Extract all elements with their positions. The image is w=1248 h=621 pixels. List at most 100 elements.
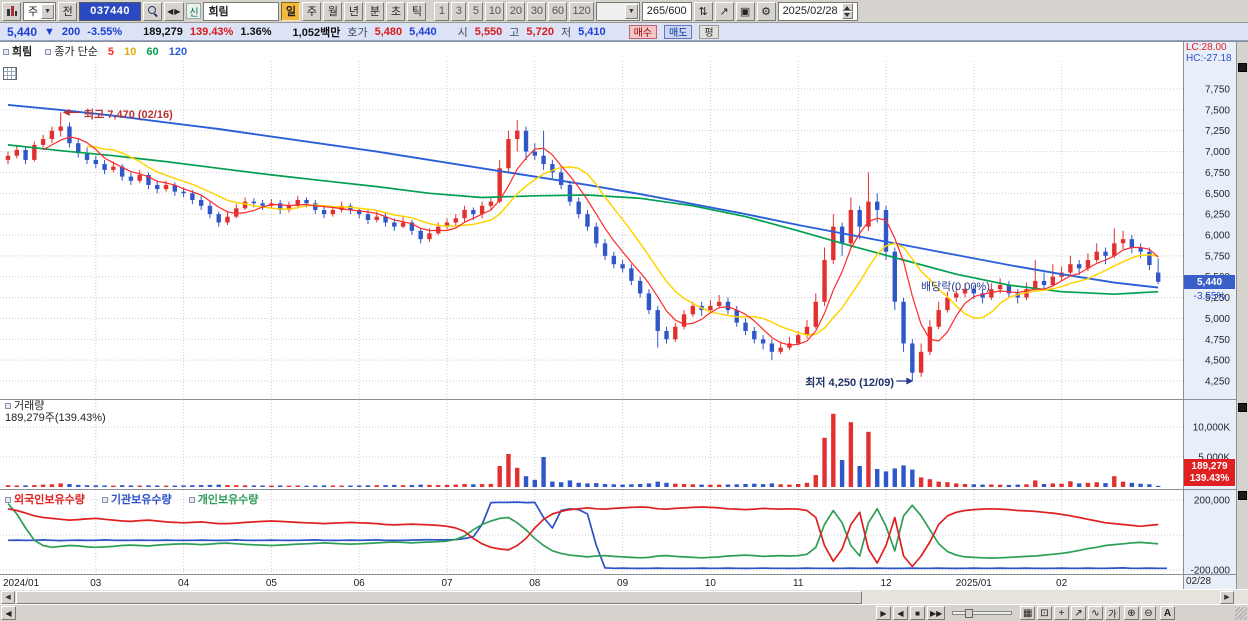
legend-bullet-icon	[5, 497, 11, 503]
replay-forward-button[interactable]: ▶▶	[927, 606, 946, 620]
jeon-button[interactable]: 전	[58, 1, 78, 21]
spinner-down-icon[interactable]	[841, 11, 853, 19]
pan-left-button[interactable]: ◀	[1, 606, 16, 620]
svg-text:03: 03	[90, 578, 102, 589]
minute-3-button[interactable]: 3	[451, 1, 467, 21]
zoom-out-button[interactable]: ⊖	[1141, 606, 1156, 620]
chart-area: 7,750 7,500 7,250 7,000 6,750 6,500 6,250 6,000…	[0, 41, 1248, 589]
svg-text:04: 04	[178, 578, 190, 589]
sell-button[interactable]: 매도	[664, 24, 693, 39]
scrollbar-thumb[interactable]	[16, 591, 862, 604]
stock-name-field[interactable]: 희림	[203, 1, 280, 21]
svg-text:07: 07	[441, 578, 453, 589]
ownership-pane-expand-button[interactable]	[1238, 491, 1247, 500]
high-price: 5,720	[526, 25, 554, 38]
volume-pane-expand-button[interactable]	[1238, 403, 1247, 412]
svg-text:06: 06	[354, 578, 366, 589]
period-second-button[interactable]: 초	[386, 1, 406, 21]
individual-legend: 개인보유수량	[197, 494, 259, 506]
stock-code-input[interactable]: 037440	[79, 1, 142, 21]
ask-price: 5,480	[374, 25, 403, 38]
replay-stop-button[interactable]: ■	[910, 606, 925, 620]
grid-tool-button[interactable]: ▦	[1020, 606, 1036, 620]
svg-text:4,250: 4,250	[1205, 377, 1230, 388]
replay-play-button[interactable]: ▶	[876, 606, 891, 620]
minute-select[interactable]: ▼	[595, 1, 640, 21]
foreign-legend: 외국인보유수량	[14, 494, 85, 506]
period-day-button[interactable]: 일	[281, 1, 301, 21]
svg-text:4,500: 4,500	[1205, 356, 1230, 367]
svg-text:02: 02	[1056, 578, 1068, 589]
period-minute-button[interactable]: 분	[365, 1, 385, 21]
save-button[interactable]: ▣	[735, 1, 755, 21]
minute-120-button[interactable]: 120	[569, 1, 594, 21]
scroll-left-button[interactable]: ◀	[1, 591, 15, 604]
svg-text:09: 09	[617, 578, 629, 589]
text-tool-button[interactable]: 가	[1105, 606, 1120, 620]
svg-text:5,000: 5,000	[1205, 314, 1230, 325]
settings-button[interactable]: ⚙	[756, 1, 776, 21]
prev-next-stock-button[interactable]: ◀ ▶	[164, 1, 185, 21]
data-grid-icon[interactable]	[3, 67, 17, 80]
trend-tool-button[interactable]: ↗	[714, 1, 734, 21]
period-tick-button[interactable]: 틱	[407, 1, 427, 21]
price-pane-legend: 희림 종가 단순 5 10 60 120	[3, 43, 187, 59]
crosshair-tool-button[interactable]: +	[1054, 606, 1069, 620]
replay-speed-slider[interactable]	[952, 609, 1012, 618]
minute-5-button[interactable]: 5	[468, 1, 484, 21]
minute-30-button[interactable]: 30	[527, 1, 547, 21]
minute-10-button[interactable]: 10	[485, 1, 505, 21]
svg-text:6,500: 6,500	[1205, 189, 1230, 200]
search-button[interactable]	[143, 1, 163, 21]
auto-scale-button[interactable]: A	[1160, 606, 1175, 620]
legend-ma5: 5	[107, 46, 115, 58]
minute-1-button[interactable]: 1	[434, 1, 450, 21]
price-info-bar: 5,440 ▼ 200 -3.55% 189,279 139.43% 1.36%…	[0, 23, 1248, 41]
minute-60-button[interactable]: 60	[548, 1, 568, 21]
current-volume-value: 189,279	[1191, 460, 1228, 472]
current-volume-pct: 139.43%	[1189, 472, 1230, 484]
grid-icon: ▦	[1023, 607, 1033, 619]
svg-text:7,000: 7,000	[1205, 147, 1230, 158]
chart-menu-button[interactable]	[2, 1, 21, 21]
svg-text:11: 11	[793, 578, 804, 589]
period-month-button[interactable]: 월	[323, 1, 343, 21]
updown-button[interactable]: ⇅	[693, 1, 713, 21]
scroll-right-button[interactable]: ▶	[1220, 591, 1234, 604]
stock-type-select[interactable]: 주 ▼	[23, 1, 57, 21]
copy-tool-button[interactable]: ⊡	[1037, 606, 1052, 620]
svg-text:10,000K: 10,000K	[1193, 423, 1231, 434]
amount-value: 1,052백만	[292, 26, 341, 39]
resize-grip[interactable]	[1235, 607, 1247, 620]
search-icon	[147, 6, 158, 16]
period-week-button[interactable]: 주	[302, 1, 322, 21]
buy-button[interactable]: 매수	[628, 24, 658, 39]
trendline-tool-button[interactable]: ↗	[1071, 606, 1086, 620]
price-pane-expand-button[interactable]	[1238, 63, 1247, 72]
chart-scrollbar[interactable]: ◀ ▶	[0, 589, 1248, 604]
svg-text:7,500: 7,500	[1205, 105, 1230, 116]
axis-end-date: 02/28	[1186, 576, 1212, 587]
trendline-icon: ↗	[1074, 607, 1083, 619]
date-spinner[interactable]	[841, 3, 853, 19]
high-label: 고	[509, 26, 520, 39]
minute-20-button[interactable]: 20	[506, 1, 526, 21]
text-tool-icon: 가	[1108, 608, 1117, 619]
avg-button[interactable]: 평	[699, 24, 719, 39]
wave-tool-button[interactable]: ∿	[1088, 606, 1103, 620]
svg-text:10: 10	[705, 578, 717, 589]
svg-text:7,250: 7,250	[1205, 126, 1230, 137]
current-volume-badge: 189,279 139.43%	[1184, 459, 1235, 486]
legend-ma10: 10	[124, 46, 137, 58]
spinner-up-icon[interactable]	[841, 3, 853, 11]
legend-bullet-icon	[45, 49, 52, 55]
ownership-pane-legend: 외국인보유수량 기관보유수량 개인보유수량	[5, 491, 272, 507]
period-year-button[interactable]: 년	[344, 1, 364, 21]
date-input[interactable]: 2025/02/28	[777, 1, 858, 21]
replay-back-button[interactable]: ◀	[893, 606, 908, 620]
zoom-in-button[interactable]: ⊕	[1124, 606, 1139, 620]
chevron-down-icon: ▼	[624, 3, 638, 19]
svg-text:6,250: 6,250	[1205, 210, 1230, 221]
next-stock-icon: ▶	[174, 6, 182, 16]
slider-knob[interactable]	[965, 609, 973, 618]
